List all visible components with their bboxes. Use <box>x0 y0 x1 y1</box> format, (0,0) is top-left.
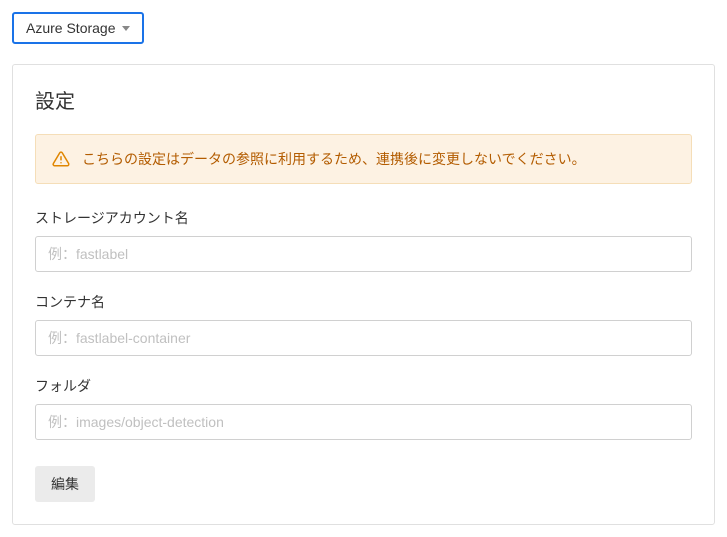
storage-account-input[interactable] <box>35 236 692 272</box>
container-group: コンテナ名 <box>35 292 692 356</box>
storage-account-group: ストレージアカウント名 <box>35 208 692 272</box>
warning-alert: こちらの設定はデータの参照に利用するため、連携後に変更しないでください。 <box>35 134 692 184</box>
folder-label: フォルダ <box>35 376 692 396</box>
folder-input[interactable] <box>35 404 692 440</box>
container-input[interactable] <box>35 320 692 356</box>
folder-group: フォルダ <box>35 376 692 440</box>
warning-icon <box>52 150 70 168</box>
container-label: コンテナ名 <box>35 292 692 312</box>
settings-card: 設定 こちらの設定はデータの参照に利用するため、連携後に変更しないでください。 … <box>12 64 715 525</box>
card-title: 設定 <box>35 85 692 114</box>
dropdown-label: Azure Storage <box>26 20 116 36</box>
storage-account-label: ストレージアカウント名 <box>35 208 692 228</box>
chevron-down-icon <box>122 26 130 31</box>
edit-button[interactable]: 編集 <box>35 466 95 502</box>
alert-text: こちらの設定はデータの参照に利用するため、連携後に変更しないでください。 <box>82 149 586 169</box>
storage-provider-dropdown[interactable]: Azure Storage <box>12 12 144 44</box>
